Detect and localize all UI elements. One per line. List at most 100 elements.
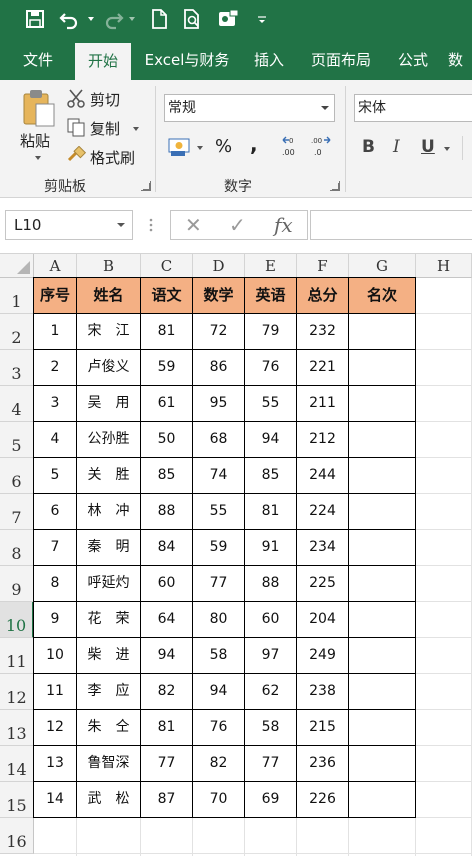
table-cell[interactable]: 85 [141,458,193,494]
table-cell[interactable] [349,386,416,422]
worksheet-grid[interactable]: A B C D E F G H 1 2 3 4 5 6 7 8 9 10 11 12 13 14 15 16 序号 姓名 语文 数学英… [0,254,472,856]
tab-formulas[interactable]: 公式 [388,40,438,80]
table-cell[interactable]: 82 [141,674,193,710]
table-cell[interactable]: 2 [34,350,77,386]
table-cell[interactable]: 李 应 [77,674,141,710]
row-header-6[interactable]: 6 [0,458,34,494]
table-cell[interactable]: 8 [34,566,77,602]
customize-toolbar-icon[interactable] [254,8,270,32]
header-cell[interactable]: 序号 [34,278,77,314]
table-cell[interactable]: 77 [193,566,245,602]
table-cell[interactable]: 呼延灼 [77,566,141,602]
format-painter-label[interactable]: 格式刷 [90,147,135,168]
formula-bar-grip-icon[interactable] [149,217,153,233]
table-cell[interactable]: 14 [34,782,77,818]
table-cell[interactable]: 吴 用 [77,386,141,422]
column-header-d[interactable]: D [193,254,245,278]
table-cell[interactable]: 80 [193,602,245,638]
insert-function-icon[interactable]: fx [274,213,293,237]
table-cell[interactable]: 9 [34,602,77,638]
header-cell[interactable]: 总分 [297,278,349,314]
column-header-e[interactable]: E [245,254,297,278]
table-cell[interactable]: 秦 明 [77,530,141,566]
font-name-select[interactable]: 宋体 [354,94,472,122]
table-cell[interactable]: 76 [193,710,245,746]
table-cell[interactable]: 94 [141,638,193,674]
new-document-icon[interactable] [148,8,170,32]
table-cell[interactable]: 5 [34,458,77,494]
table-cell[interactable]: 88 [141,494,193,530]
print-preview-icon[interactable] [181,8,203,32]
bold-button[interactable]: B [362,137,375,157]
cancel-icon[interactable]: ✕ [185,213,202,237]
header-cell[interactable]: 数学 [193,278,245,314]
table-cell[interactable]: 87 [141,782,193,818]
cut-icon[interactable] [66,88,86,108]
table-cell[interactable]: 221 [297,350,349,386]
column-header-g[interactable]: G [349,254,416,278]
header-cell[interactable]: 姓名 [77,278,141,314]
row-header-10[interactable]: 10 [0,602,34,638]
table-cell[interactable]: 215 [297,710,349,746]
table-cell[interactable]: 74 [193,458,245,494]
table-cell[interactable]: 72 [193,314,245,350]
table-cell[interactable]: 60 [245,602,297,638]
row-header-4[interactable]: 4 [0,386,34,422]
tab-excel-finance[interactable]: Excel与财务 [140,40,234,80]
table-cell[interactable]: 13 [34,746,77,782]
table-cell[interactable]: 94 [245,422,297,458]
table-cell[interactable]: 236 [297,746,349,782]
column-header-f[interactable]: F [297,254,349,278]
copy-label[interactable]: 复制 [90,118,120,139]
table-cell[interactable]: 244 [297,458,349,494]
table-cell[interactable]: 81 [141,314,193,350]
table-cell[interactable]: 95 [193,386,245,422]
table-cell[interactable]: 69 [245,782,297,818]
header-cell[interactable]: 英语 [245,278,297,314]
cut-label[interactable]: 剪切 [90,89,120,110]
table-cell[interactable] [349,422,416,458]
table-cell[interactable]: 3 [34,386,77,422]
table-cell[interactable]: 79 [245,314,297,350]
paste-dropdown-icon[interactable] [35,156,41,160]
column-header-h[interactable]: H [416,254,472,278]
decrease-decimal-icon[interactable]: .00.0 [310,135,332,159]
underline-dropdown-icon[interactable] [444,147,450,151]
table-cell[interactable] [349,458,416,494]
table-cell[interactable]: 11 [34,674,77,710]
row-header-7[interactable]: 7 [0,494,34,530]
copy-dropdown-icon[interactable] [133,127,139,131]
table-cell[interactable]: 59 [193,530,245,566]
tab-insert[interactable]: 插入 [244,40,294,80]
row-header-8[interactable]: 8 [0,530,34,566]
table-cell[interactable]: 朱 仝 [77,710,141,746]
table-cell[interactable]: 238 [297,674,349,710]
redo-icon[interactable] [103,8,125,32]
table-cell[interactable]: 50 [141,422,193,458]
table-cell[interactable]: 关 胜 [77,458,141,494]
header-cell[interactable]: 语文 [141,278,193,314]
table-cell[interactable]: 86 [193,350,245,386]
row-header-13[interactable]: 13 [0,710,34,746]
row-header-2[interactable]: 2 [0,314,34,350]
format-painter-icon[interactable] [66,145,87,166]
table-cell[interactable] [349,350,416,386]
paste-icon[interactable] [20,88,56,128]
column-header-c[interactable]: C [141,254,193,278]
table-cell[interactable]: 68 [193,422,245,458]
table-cell[interactable]: 58 [245,710,297,746]
enter-icon[interactable]: ✓ [229,213,246,237]
table-cell[interactable]: 55 [245,386,297,422]
row-header-16[interactable]: 16 [0,818,34,854]
table-cell[interactable] [349,638,416,674]
table-cell[interactable] [349,710,416,746]
header-cell[interactable]: 名次 [349,278,416,314]
percent-style-icon[interactable]: % [215,136,232,157]
table-cell[interactable]: 211 [297,386,349,422]
table-cell[interactable]: 61 [141,386,193,422]
table-cell[interactable]: 224 [297,494,349,530]
tab-home[interactable]: 开始 [75,43,131,80]
table-cell[interactable] [349,746,416,782]
name-box[interactable]: L10 [5,210,133,240]
row-header-14[interactable]: 14 [0,746,34,782]
